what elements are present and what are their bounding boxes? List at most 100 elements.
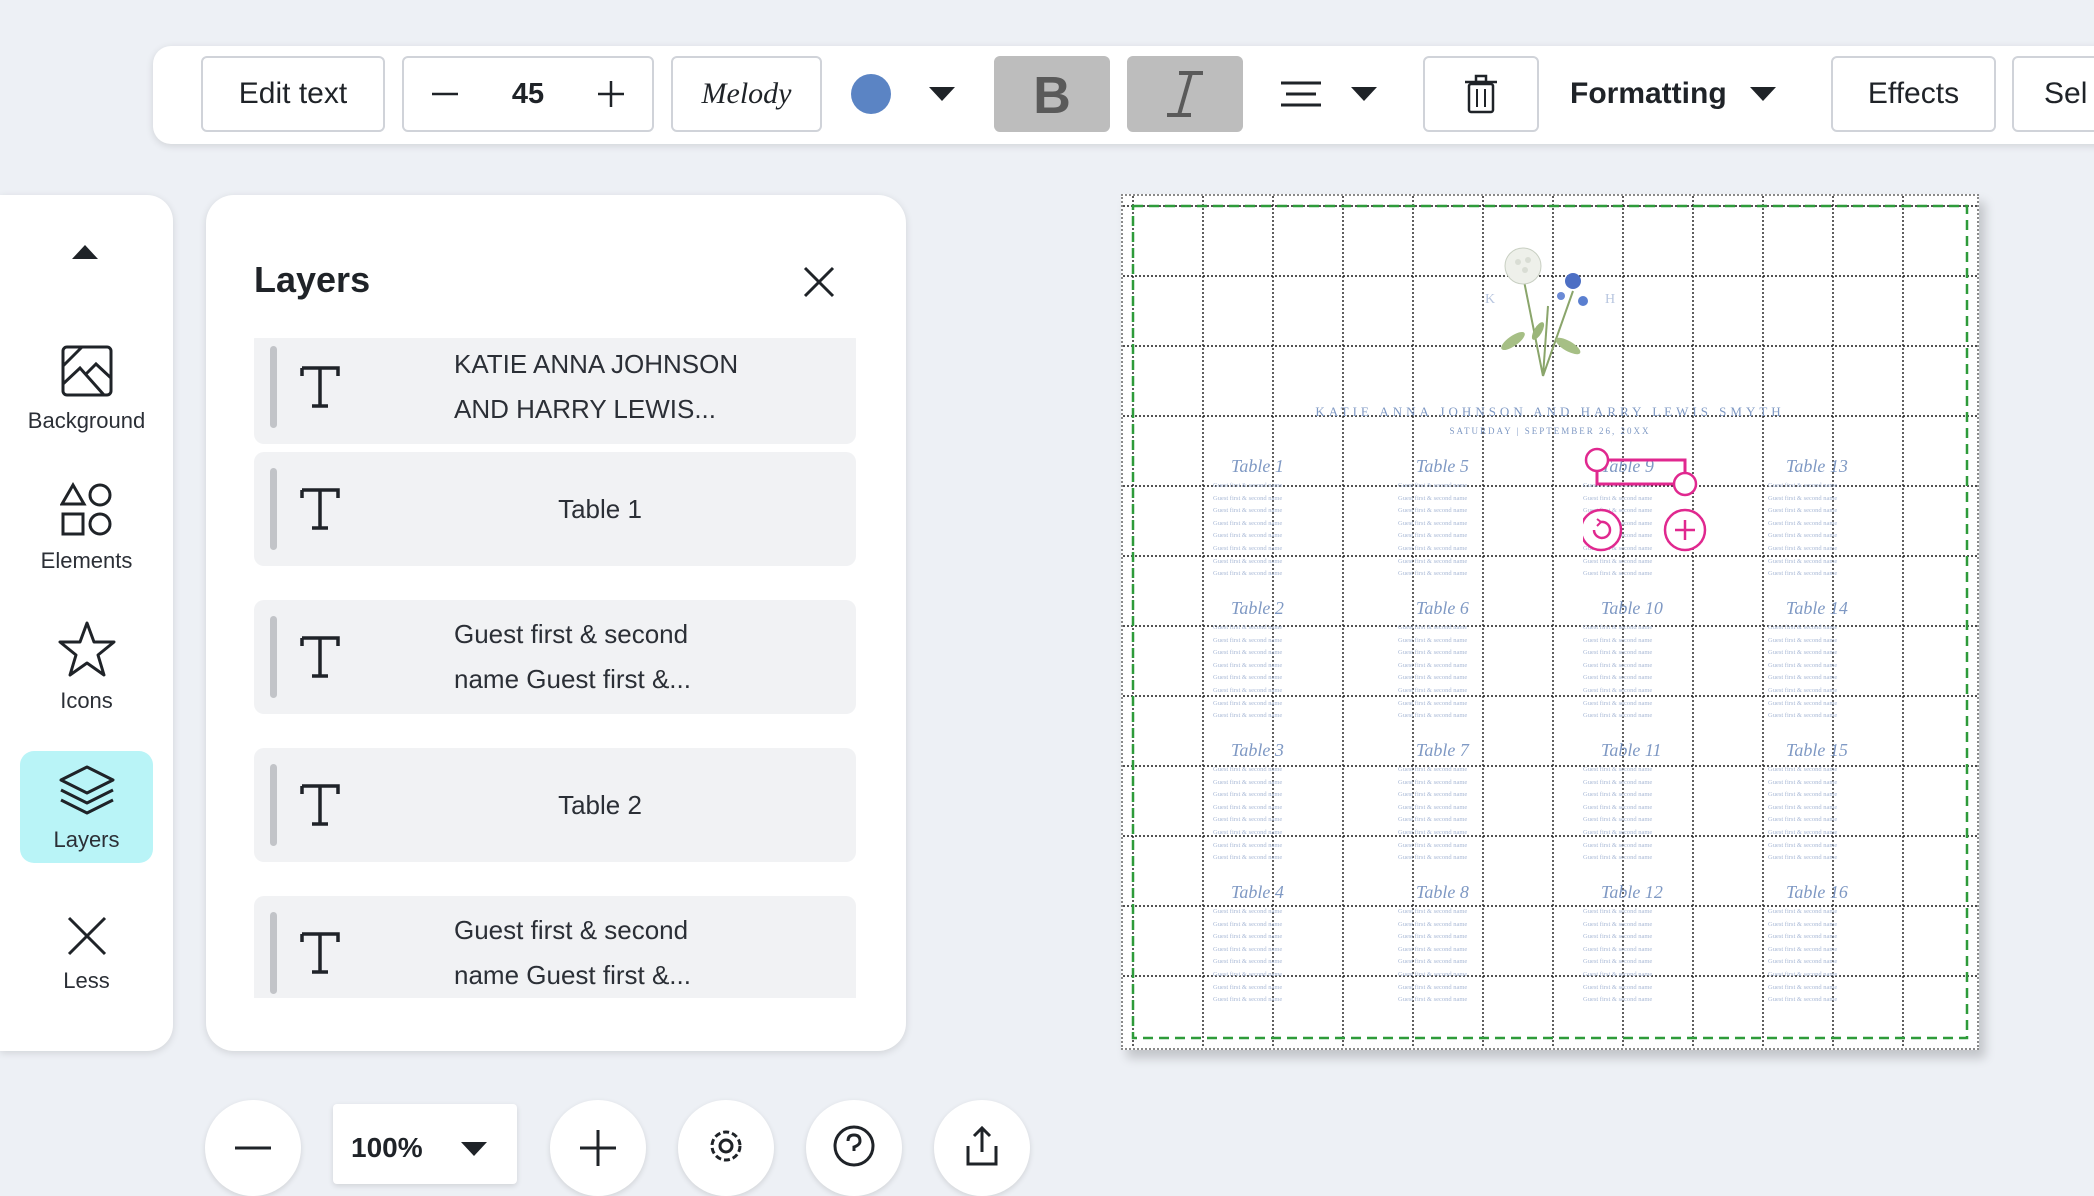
effects-button[interactable]: Effects bbox=[1831, 56, 1996, 132]
share-button[interactable] bbox=[934, 1100, 1030, 1196]
drag-handle[interactable] bbox=[270, 346, 277, 428]
text-icon bbox=[300, 784, 340, 826]
couple-names[interactable]: KATIE ANNA JOHNSON AND HARRY LEWIS SMYTH bbox=[1123, 404, 1977, 420]
guest-list[interactable]: Guest first & second name Guest first & s… bbox=[1583, 906, 1652, 1007]
selection-box[interactable] bbox=[1583, 446, 1733, 596]
zoom-select[interactable]: 100% bbox=[333, 1104, 517, 1184]
align-dropdown[interactable] bbox=[1273, 56, 1383, 132]
table-name[interactable]: Table 3 bbox=[1231, 740, 1284, 761]
guest-list[interactable]: Guest first & second name Guest first & s… bbox=[1768, 480, 1837, 581]
sidebar-item-icons[interactable]: Icons bbox=[20, 612, 153, 724]
bold-button[interactable]: B bbox=[994, 56, 1110, 132]
table-name[interactable]: Table 11 bbox=[1601, 740, 1662, 761]
table-name[interactable]: Table 15 bbox=[1786, 740, 1848, 761]
guest-line: Guest first & second name bbox=[1583, 816, 1653, 824]
align-center-icon bbox=[1281, 81, 1321, 107]
font-family-button[interactable]: Melody bbox=[671, 56, 822, 132]
formatting-dropdown[interactable]: Formatting bbox=[1558, 56, 1788, 132]
effects-label: Effects bbox=[1867, 77, 1960, 110]
guest-list[interactable]: Guest first & second name Guest first & s… bbox=[1398, 622, 1467, 723]
settings-button[interactable] bbox=[678, 1100, 774, 1196]
guest-list[interactable]: Guest first & second name Guest first & s… bbox=[1768, 764, 1837, 865]
minus-icon[interactable] bbox=[430, 79, 460, 109]
select-button[interactable]: Sel bbox=[2012, 56, 2094, 132]
table-name[interactable]: Table 14 bbox=[1786, 598, 1848, 619]
table-name[interactable]: Table 12 bbox=[1601, 882, 1663, 903]
zoom-in-button[interactable] bbox=[550, 1100, 646, 1196]
guest-list[interactable]: Guest first & second name Guest first & s… bbox=[1768, 622, 1837, 723]
table-name[interactable]: Table 4 bbox=[1231, 882, 1284, 903]
drag-handle[interactable] bbox=[270, 468, 277, 550]
text-toolbar: Edit text 45 Melody B Formatting Effects… bbox=[153, 46, 2094, 144]
table-name[interactable]: Table 10 bbox=[1601, 598, 1663, 619]
design-canvas[interactable]: K H KATIE ANNA JOHNSON AND HARRY LEWIS S… bbox=[1121, 194, 1979, 1050]
close-icon bbox=[803, 266, 835, 298]
help-button[interactable] bbox=[806, 1100, 902, 1196]
sidebar-item-background[interactable]: Background bbox=[20, 332, 153, 444]
guest-line: Guest first & second name bbox=[1398, 507, 1468, 515]
guest-list[interactable]: Guest first & second name Guest first & s… bbox=[1398, 906, 1467, 1007]
layer-item[interactable]: Guest first & second name Guest first &.… bbox=[254, 896, 856, 998]
rotate-icon[interactable] bbox=[1583, 508, 1623, 552]
edit-text-button[interactable]: Edit text bbox=[201, 56, 385, 132]
table-name[interactable]: Table 13 bbox=[1786, 456, 1848, 477]
layer-item[interactable]: Table 2 bbox=[254, 748, 856, 862]
guest-line: Guest first & second name bbox=[1213, 636, 1283, 644]
guest-line: Guest first & second name bbox=[1213, 712, 1283, 720]
delete-button[interactable] bbox=[1423, 56, 1539, 132]
formatting-label: Formatting bbox=[1570, 77, 1727, 110]
sidebar-item-layers[interactable]: Layers bbox=[20, 751, 153, 863]
guest-line: Guest first & second name bbox=[1398, 996, 1468, 1004]
guest-list[interactable]: Guest first & second name Guest first & s… bbox=[1213, 480, 1282, 581]
table-name[interactable]: Table 16 bbox=[1786, 882, 1848, 903]
guest-list[interactable]: Guest first & second name Guest first & s… bbox=[1768, 906, 1837, 1007]
guest-line: Guest first & second name bbox=[1768, 958, 1838, 966]
layer-item[interactable]: Table 1 bbox=[254, 452, 856, 566]
table-name[interactable]: Table 5 bbox=[1416, 456, 1469, 477]
guest-line: Guest first & second name bbox=[1768, 624, 1838, 631]
layer-item[interactable]: Guest first & second name Guest first &.… bbox=[254, 600, 856, 714]
table-name[interactable]: Table 8 bbox=[1416, 882, 1469, 903]
drag-handle[interactable] bbox=[270, 764, 277, 846]
resize-handle[interactable] bbox=[1672, 471, 1698, 497]
table-name[interactable]: Table 6 bbox=[1416, 598, 1469, 619]
guest-list[interactable]: Guest first & second name Guest first & s… bbox=[1583, 622, 1652, 723]
guest-list[interactable]: Guest first & second name Guest first & s… bbox=[1583, 764, 1652, 865]
zoom-out-button[interactable] bbox=[205, 1100, 301, 1196]
sidebar-item-less[interactable]: Less bbox=[20, 892, 153, 1004]
guest-line: Guest first & second name bbox=[1768, 908, 1838, 915]
guest-line: Guest first & second name bbox=[1213, 920, 1283, 928]
guest-line: Guest first & second name bbox=[1768, 649, 1838, 657]
font-size-value[interactable]: 45 bbox=[512, 78, 544, 111]
guest-line: Guest first & second name bbox=[1583, 636, 1653, 644]
table-name[interactable]: Table 2 bbox=[1231, 598, 1284, 619]
guest-line: Guest first & second name bbox=[1768, 828, 1838, 836]
drag-handle[interactable] bbox=[270, 616, 277, 698]
table-name[interactable]: Table 7 bbox=[1416, 740, 1469, 761]
resize-handle[interactable] bbox=[1584, 447, 1610, 473]
minus-icon bbox=[235, 1146, 271, 1150]
event-date[interactable]: SATURDAY | SEPTEMBER 26, 20XX bbox=[1123, 426, 1977, 436]
guest-line: Guest first & second name bbox=[1213, 933, 1283, 941]
shapes-icon bbox=[59, 482, 111, 536]
guest-line: Guest first & second name bbox=[1213, 482, 1283, 489]
guest-list[interactable]: Guest first & second name Guest first & s… bbox=[1213, 906, 1282, 1007]
table-name[interactable]: Table 1 bbox=[1231, 456, 1284, 477]
layer-item[interactable]: KATIE ANNA JOHNSON AND HARRY LEWIS... bbox=[254, 338, 856, 444]
color-picker[interactable] bbox=[843, 56, 963, 132]
monogram-right: H bbox=[1605, 292, 1616, 307]
guest-list[interactable]: Guest first & second name Guest first & s… bbox=[1398, 764, 1467, 865]
drag-handle[interactable] bbox=[270, 912, 277, 994]
guest-line: Guest first & second name bbox=[1213, 908, 1283, 915]
guest-line: Guest first & second name bbox=[1768, 996, 1838, 1004]
collapse-up-button[interactable] bbox=[70, 241, 100, 266]
sidebar-item-elements[interactable]: Elements bbox=[20, 472, 153, 584]
guest-list[interactable]: Guest first & second name Guest first & s… bbox=[1213, 764, 1282, 865]
plus-icon[interactable] bbox=[596, 79, 626, 109]
guest-line: Guest first & second name bbox=[1768, 661, 1838, 669]
text-icon bbox=[300, 488, 340, 530]
close-panel-button[interactable] bbox=[802, 265, 836, 304]
italic-button[interactable] bbox=[1127, 56, 1243, 132]
guest-list[interactable]: Guest first & second name Guest first & s… bbox=[1213, 622, 1282, 723]
guest-list[interactable]: Guest first & second name Guest first & s… bbox=[1398, 480, 1467, 581]
